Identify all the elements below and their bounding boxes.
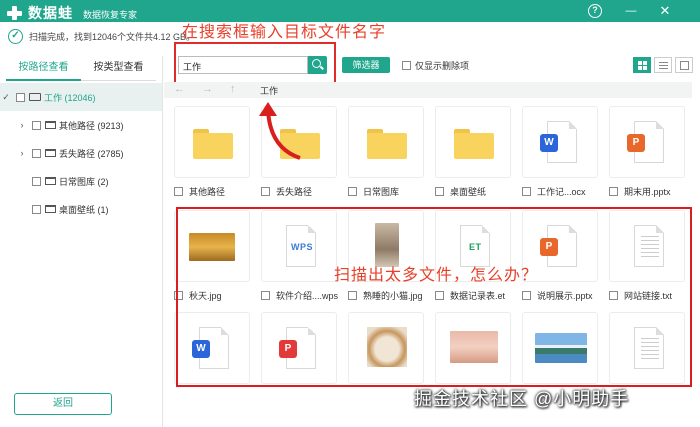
- list-view-icon[interactable]: [654, 57, 672, 73]
- chevron-right-icon[interactable]: ›: [16, 148, 28, 158]
- folder-icon: [45, 177, 56, 185]
- back-arrow-icon[interactable]: ←: [174, 83, 185, 95]
- help-icon[interactable]: ?: [588, 4, 602, 18]
- annotation-top: 在搜索框输入目标文件名字: [182, 24, 387, 41]
- minimize-icon[interactable]: —: [624, 4, 638, 18]
- file-tile[interactable]: [435, 106, 511, 178]
- file-tile[interactable]: [348, 106, 424, 178]
- sidebar: 按路径查看 按类型查看 ✓ 工作 (12046) › 其他路径 (9213) ›…: [0, 56, 163, 427]
- tree-item-root[interactable]: ✓ 工作 (12046): [0, 83, 162, 111]
- folder-icon: [193, 129, 233, 159]
- checkbox[interactable]: [609, 186, 618, 196]
- tree-item-wallpaper[interactable]: 桌面壁纸 (1): [0, 195, 162, 223]
- checkbox[interactable]: [32, 120, 41, 130]
- folder-icon: [367, 129, 407, 159]
- detail-view-icon[interactable]: [675, 57, 693, 73]
- file-tile[interactable]: W: [522, 106, 598, 178]
- file-name: 其他路径: [189, 186, 226, 197]
- path-tree: ✓ 工作 (12046) › 其他路径 (9213) › 丢失路径 (2785)…: [0, 83, 162, 223]
- checkbox[interactable]: [32, 204, 41, 214]
- tab-by-type[interactable]: 按类型查看: [81, 56, 156, 81]
- file-name: 桌面壁纸: [450, 186, 487, 197]
- checkbox[interactable]: [32, 148, 41, 158]
- tree-item-label: 日常图库 (2): [59, 176, 109, 187]
- ppt-doc-icon: P: [627, 121, 664, 163]
- app-logo: 数据蛙 数据恢复专家: [6, 3, 137, 23]
- tree-item-lost[interactable]: › 丢失路径 (2785): [0, 139, 162, 167]
- show-deleted-option[interactable]: 仅显示删除项: [402, 59, 469, 72]
- breadcrumb: 工作: [260, 86, 279, 96]
- file-caption[interactable]: 桌面壁纸: [435, 184, 486, 198]
- checkbox[interactable]: [348, 186, 357, 196]
- view-switcher: [630, 57, 693, 73]
- checkbox[interactable]: [174, 186, 183, 196]
- nav-bar: ← → ↑ 工作: [164, 82, 692, 98]
- checkbox[interactable]: [16, 92, 25, 102]
- filter-button[interactable]: 筛选器: [342, 57, 390, 73]
- tree-item-label: 工作 (12046): [44, 92, 96, 103]
- show-deleted-checkbox[interactable]: [402, 61, 411, 70]
- sidebar-tabs: 按路径查看 按类型查看: [6, 56, 156, 81]
- checkbox[interactable]: [522, 186, 531, 196]
- file-tile[interactable]: [174, 106, 250, 178]
- chevron-down-icon[interactable]: ✓: [0, 92, 12, 103]
- watermark: 掘金技术社区 @小明助手: [414, 389, 630, 409]
- grid-view-icon[interactable]: [633, 57, 651, 73]
- app-name: 数据蛙: [28, 5, 73, 21]
- scan-status: ✓ 扫描完成，找到12046个文件共4.12 GB。: [8, 26, 195, 46]
- file-name: 日常图库: [363, 186, 400, 197]
- show-deleted-label: 仅显示删除项: [415, 61, 470, 71]
- file-caption[interactable]: 其他路径: [174, 184, 225, 198]
- app-subtitle: 数据恢复专家: [83, 10, 138, 20]
- tree-item-other[interactable]: › 其他路径 (9213): [0, 111, 162, 139]
- file-name: 工作记...ocx: [537, 186, 586, 197]
- status-text: 扫描完成，找到12046个文件共4.12 GB。: [29, 31, 196, 42]
- back-button[interactable]: 返回: [14, 393, 112, 415]
- close-icon[interactable]: ✕: [658, 4, 672, 18]
- red-arrow-icon: [259, 102, 301, 160]
- check-circle-icon: ✓: [8, 28, 23, 44]
- word-doc-icon: W: [540, 121, 577, 163]
- tree-item-label: 其他路径 (9213): [59, 120, 124, 131]
- file-caption[interactable]: 日常图库: [348, 184, 399, 198]
- chevron-right-icon[interactable]: ›: [16, 120, 28, 130]
- drive-icon: [29, 93, 41, 101]
- file-name: 丢失路径: [276, 186, 313, 197]
- checkbox[interactable]: [261, 186, 270, 196]
- tab-by-path[interactable]: 按路径查看: [6, 56, 81, 81]
- annotation-content-highlight: [176, 207, 692, 387]
- folder-icon: [45, 121, 56, 129]
- annotation-middle: 扫描出太多文件，怎么办？: [334, 267, 539, 284]
- checkbox[interactable]: [32, 176, 41, 186]
- up-arrow-icon[interactable]: ↑: [230, 83, 236, 95]
- annotation-search-highlight: [174, 42, 336, 84]
- tree-item-label: 丢失路径 (2785): [59, 148, 124, 159]
- file-tile[interactable]: P: [609, 106, 685, 178]
- folder-icon: [45, 205, 56, 213]
- plus-logo-icon: [6, 5, 24, 21]
- file-name: 期末用.pptx: [624, 186, 671, 197]
- file-caption[interactable]: 期末用.pptx: [609, 184, 671, 198]
- file-caption[interactable]: 工作记...ocx: [522, 184, 586, 198]
- checkbox[interactable]: [435, 186, 444, 196]
- file-caption[interactable]: 丢失路径: [261, 184, 312, 198]
- folder-icon: [45, 149, 56, 157]
- tree-item-label: 桌面壁纸 (1): [59, 204, 109, 215]
- tree-item-gallery[interactable]: 日常图库 (2): [0, 167, 162, 195]
- forward-arrow-icon[interactable]: →: [202, 83, 213, 95]
- folder-icon: [454, 129, 494, 159]
